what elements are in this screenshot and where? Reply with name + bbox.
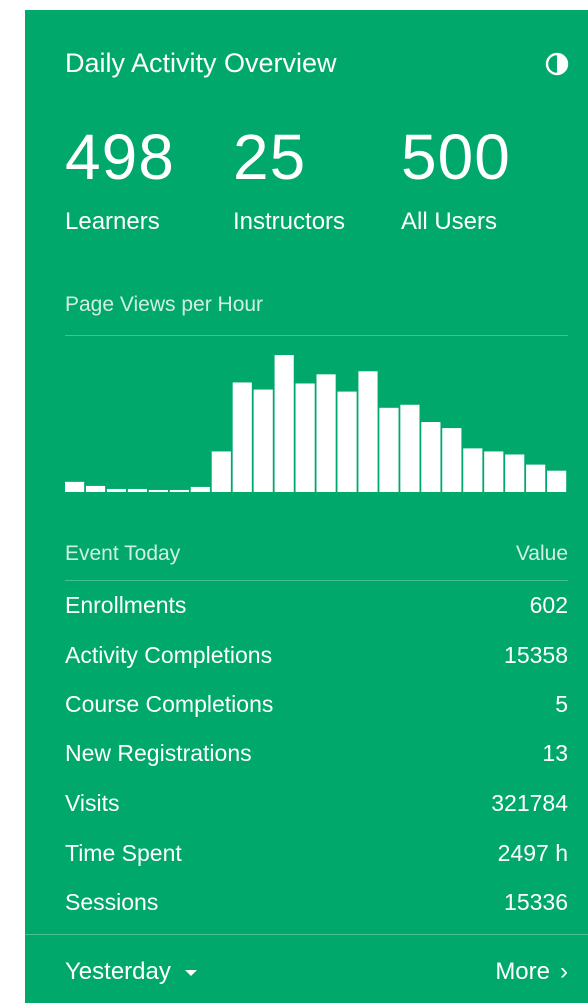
row-value: 5 [555,691,568,717]
chart-bar-hour-2 [106,488,127,492]
row-event: Course Completions [65,691,274,717]
stat-learners-label: Learners [65,208,160,235]
chart-bar-hour-8 [232,382,252,492]
header-value: Value [515,542,568,565]
chart-bar-hour-7 [211,451,231,492]
chart-bar-hour-0 [65,481,85,492]
chart-bar-hour-16 [400,404,420,492]
table-row: Enrollments 602 [65,592,568,622]
footer-divider [25,934,588,935]
chart-bar-hour-12 [316,374,336,492]
table-row: Time Spent 2497 h [65,840,568,870]
row-value: 15358 [504,642,568,668]
row-event: Activity Completions [65,642,273,668]
row-value: 321784 [491,790,568,816]
chart-bar-hour-23 [547,470,567,492]
chart-bar-hour-20 [484,451,504,492]
contrast-icon[interactable] [545,52,569,76]
row-value: 15336 [504,889,568,915]
caret-down-icon [184,969,197,976]
table-row: Sessions 15336 [65,889,568,919]
chart-bar-hour-14 [358,371,378,492]
chart-divider [65,335,568,336]
daily-activity-card: Daily Activity Overview 498 Learners 25 … [25,10,588,1003]
table-row: Visits 321784 [65,790,568,820]
chart-bar-hour-3 [127,488,148,492]
stat-learners-value: 498 [65,121,175,193]
chart-bar-hour-10 [274,355,294,492]
chart-bar-hour-18 [442,428,462,492]
row-event: Time Spent [65,840,182,866]
row-value: 2497 h [497,840,568,866]
row-event: New Registrations [65,740,252,766]
more-label: More [495,958,550,985]
row-event: Visits [65,790,120,816]
row-value: 602 [529,592,568,618]
stat-all-users-label: All Users [401,208,498,235]
period-label: Yesterday [65,958,171,985]
card-title: Daily Activity Overview [65,48,337,78]
table-divider [65,580,568,581]
table-row: Course Completions 5 [65,691,568,721]
stat-instructors-label: Instructors [233,208,346,235]
chart-bar-hour-11 [295,383,315,492]
chart-bar-hour-4 [148,489,168,492]
period-dropdown[interactable]: Yesterday [65,958,197,986]
row-event: Sessions [65,889,159,915]
chart-bar-hour-13 [337,391,357,492]
page-views-chart [65,355,567,492]
chart-bar-hour-22 [526,464,546,492]
chart-bar-hour-21 [505,454,525,492]
chart-bar-hour-9 [253,389,273,492]
table-row: New Registrations 13 [65,740,568,770]
stat-instructors-value: 25 [233,121,307,193]
chart-bar-hour-6 [190,486,210,492]
chart-bar-hour-1 [85,485,106,492]
chart-title: Page Views per Hour [65,293,264,316]
chart-bar-hour-15 [379,407,399,492]
chevron-right-icon: › [560,958,568,985]
table-header: Event Today Value [65,542,568,566]
row-value: 13 [542,740,568,766]
row-event: Enrollments [65,592,187,618]
header-event: Event Today [65,542,181,565]
chart-bar-hour-5 [169,489,189,492]
more-link[interactable]: More › [495,958,568,986]
table-row: Activity Completions 15358 [65,642,568,672]
chart-bar-hour-19 [463,448,483,492]
chart-bar-hour-17 [421,422,441,492]
stat-all-users-value: 500 [401,121,511,193]
